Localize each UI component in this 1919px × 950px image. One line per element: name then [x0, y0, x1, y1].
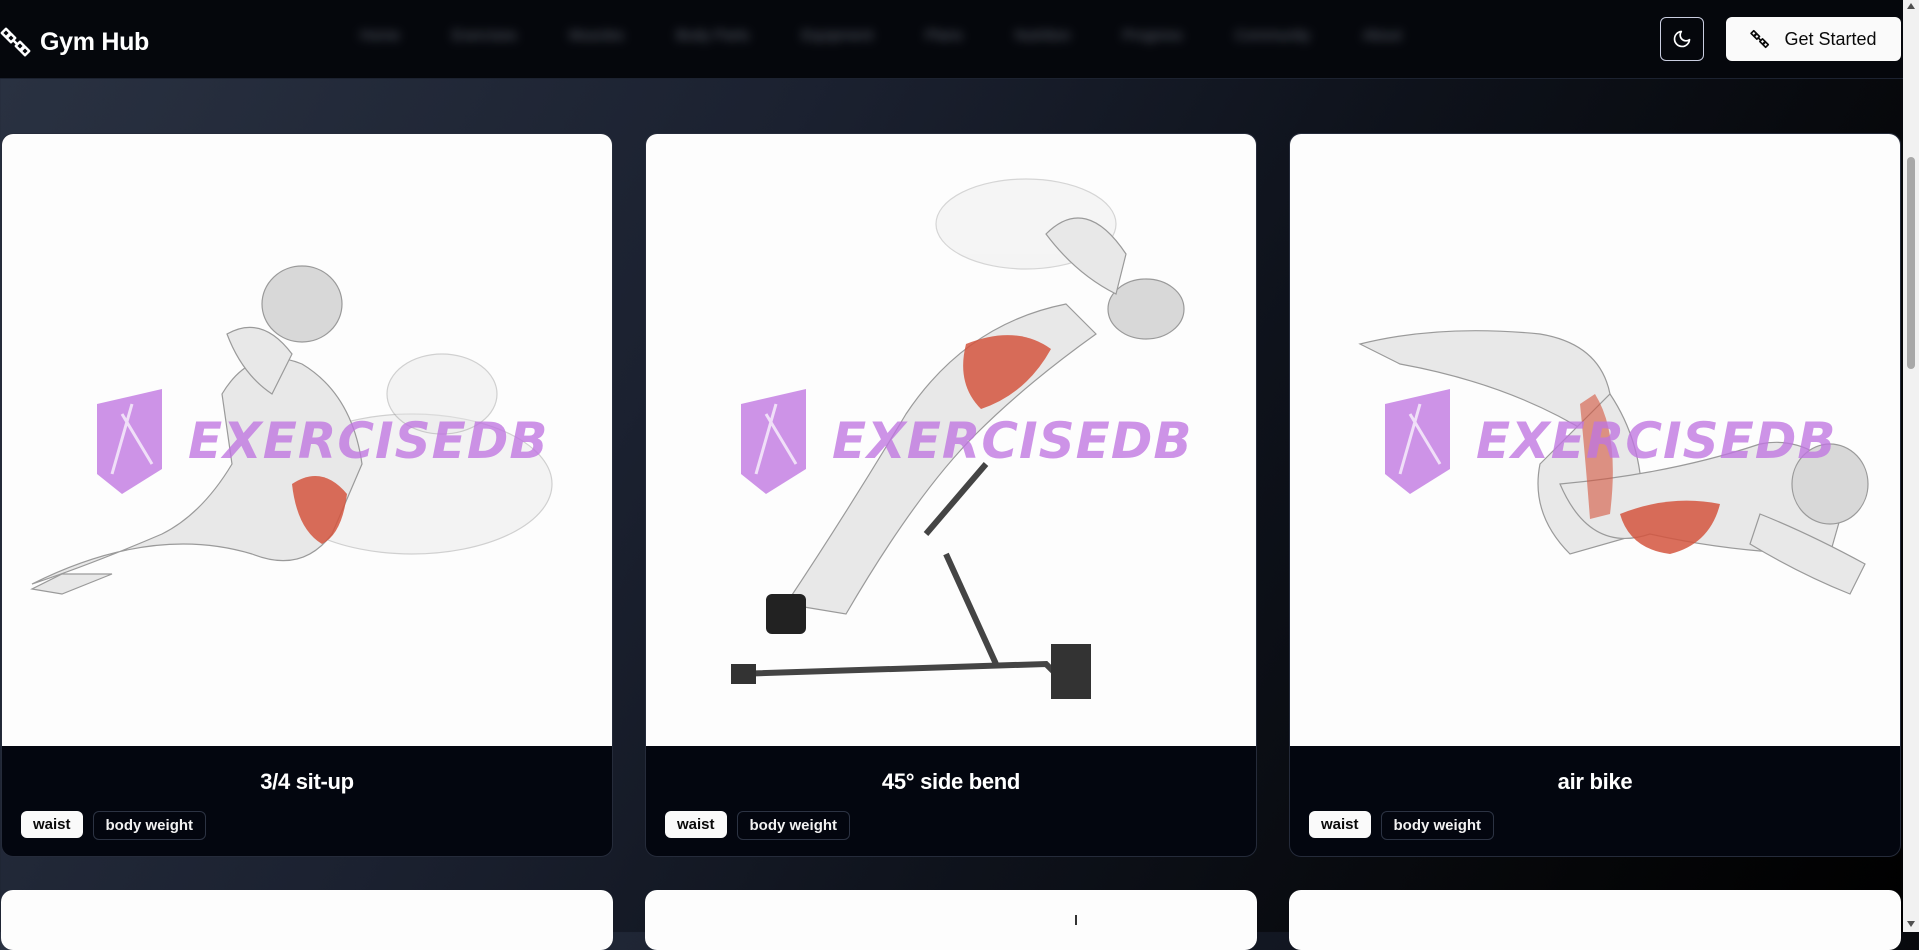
exercise-tags: waist body weight [21, 811, 207, 840]
brand[interactable]: Gym Hub [0, 26, 149, 58]
nav-link[interactable]: Nutrition [1015, 27, 1071, 44]
body-part-badge[interactable]: waist [21, 811, 83, 838]
figure-fragment [1075, 915, 1077, 925]
nav-links: Home Exercises Muscles Body Parts Equipm… [360, 27, 1454, 44]
dumbbell-icon [1750, 29, 1770, 49]
exercise-tags: waist body weight [665, 811, 851, 840]
exercise-card[interactable]: EXERCISEDB 45° side bend waist body weig… [645, 133, 1257, 857]
watermark-text: EXERCISEDB [188, 412, 549, 470]
watermark-logo-icon [1385, 389, 1450, 494]
nav-link[interactable]: Exercises [452, 27, 517, 44]
equipment-badge[interactable]: body weight [736, 811, 851, 840]
watermark: EXERCISEDB [1380, 384, 1835, 504]
app-name: Gym Hub [40, 27, 150, 56]
nav-link[interactable]: Muscles [569, 27, 624, 44]
exercise-card-partial[interactable] [645, 890, 1257, 950]
equipment-badge[interactable]: body weight [92, 811, 207, 840]
watermark-logo-icon [741, 389, 806, 494]
exercise-card[interactable]: EXERCISEDB 3/4 sit-up waist body weight [1, 133, 613, 857]
nav-link[interactable]: Progress [1123, 27, 1183, 44]
nav-link[interactable]: Equipment [801, 27, 873, 44]
watermark-text: EXERCISEDB [832, 412, 1193, 470]
nav-link[interactable]: Body Parts [676, 27, 749, 44]
nav-link[interactable]: Plans [925, 27, 963, 44]
equipment-badge[interactable]: body weight [1380, 811, 1495, 840]
exercise-tags: waist body weight [1309, 811, 1495, 840]
scroll-up-arrow-icon[interactable] [1907, 3, 1915, 9]
exercise-card-partial[interactable] [1289, 890, 1901, 950]
get-started-button[interactable]: Get Started [1726, 17, 1901, 61]
nav-link[interactable]: Home [360, 27, 400, 44]
moon-icon [1673, 30, 1691, 48]
top-navbar: Gym Hub Home Exercises Muscles Body Part… [0, 0, 1903, 79]
exercise-name: 45° side bend [881, 769, 1021, 794]
watermark-text: EXERCISEDB [1476, 412, 1837, 470]
exercise-card[interactable]: EXERCISEDB air bike waist body weight [1289, 133, 1901, 857]
dumbbell-logo-icon [0, 27, 31, 57]
body-part-badge[interactable]: waist [665, 811, 727, 838]
exercise-image: EXERCISEDB [2, 134, 612, 746]
watermark: EXERCISEDB [736, 384, 1191, 504]
scrollbar-thumb[interactable] [1907, 157, 1915, 369]
scroll-down-arrow-icon[interactable] [1907, 921, 1915, 927]
watermark: EXERCISEDB [92, 384, 547, 504]
nav-link[interactable]: Community [1235, 27, 1311, 44]
exercise-name: air bike [1557, 769, 1633, 794]
page-scrollbar[interactable] [1903, 0, 1919, 932]
exercise-image: EXERCISEDB [1290, 134, 1900, 746]
get-started-label: Get Started [1784, 28, 1877, 49]
theme-toggle-button[interactable] [1660, 17, 1704, 61]
exercise-name: 3/4 sit-up [260, 769, 354, 794]
watermark-logo-icon [97, 389, 162, 494]
exercise-card-partial[interactable] [1, 890, 613, 950]
nav-link[interactable]: About [1362, 27, 1401, 44]
body-part-badge[interactable]: waist [1309, 811, 1371, 838]
exercise-image: EXERCISEDB [646, 134, 1256, 746]
